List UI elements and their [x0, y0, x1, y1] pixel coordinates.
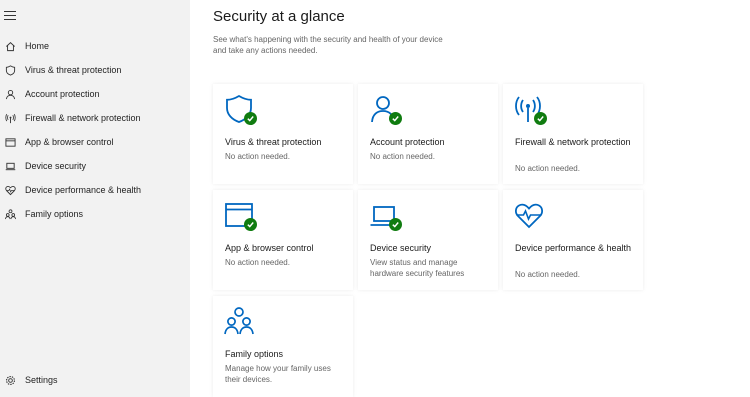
- page-subtitle: See what's happening with the security a…: [213, 35, 443, 55]
- person-icon: [369, 94, 403, 128]
- family-icon: [224, 306, 258, 340]
- home-icon: [4, 40, 16, 52]
- sidebar-item-device-performance[interactable]: Device performance & health: [0, 179, 190, 201]
- checkmark-icon: [389, 218, 402, 231]
- checkmark-icon: [534, 112, 547, 125]
- laptop-icon: [369, 200, 403, 234]
- sidebar-item-label: Account protection: [25, 89, 100, 99]
- card-firewall[interactable]: Firewall & network protection No action …: [503, 84, 643, 184]
- sidebar-item-family[interactable]: Family options: [0, 203, 190, 225]
- sidebar-item-device-security[interactable]: Device security: [0, 155, 190, 177]
- main-content: Security at a glance See what's happenin…: [190, 0, 750, 397]
- card-account[interactable]: Account protection No action needed.: [358, 84, 498, 184]
- gear-icon: [4, 374, 16, 386]
- sidebar-item-app-browser[interactable]: App & browser control: [0, 131, 190, 153]
- card-status: No action needed.: [225, 258, 290, 267]
- checkmark-icon: [389, 112, 402, 125]
- page-title: Security at a glance: [213, 8, 345, 25]
- card-title: Firewall & network protection: [515, 137, 631, 147]
- sidebar-item-label: Home: [25, 41, 50, 51]
- sidebar-item-label: Settings: [25, 375, 58, 385]
- sidebar-item-firewall[interactable]: Firewall & network protection: [0, 107, 190, 129]
- person-icon: [4, 88, 16, 100]
- card-title: Virus & threat protection: [225, 137, 322, 147]
- sidebar-item-label: Device performance & health: [25, 185, 142, 195]
- sidebar-item-label: Family options: [25, 209, 84, 219]
- shield-icon: [224, 94, 258, 128]
- card-title: Device performance & health: [515, 243, 632, 253]
- laptop-icon: [4, 160, 16, 172]
- card-status: No action needed.: [515, 164, 580, 173]
- card-virus-threat[interactable]: Virus & threat protection No action need…: [213, 84, 353, 184]
- sidebar-item-virus-threat[interactable]: Virus & threat protection: [0, 59, 190, 81]
- card-title: App & browser control: [225, 243, 314, 253]
- antenna-icon: [4, 112, 16, 124]
- antenna-icon: [514, 94, 548, 128]
- sidebar: Home Virus & threat protection Account p…: [0, 0, 190, 397]
- card-status: Manage how your family uses their device…: [225, 364, 331, 384]
- heart-pulse-icon: [514, 200, 548, 234]
- card-device-security[interactable]: Device security View status and manage h…: [358, 190, 498, 290]
- app-window-icon: [224, 200, 258, 234]
- card-title: Family options: [225, 349, 284, 359]
- card-device-performance[interactable]: Device performance & health No action ne…: [503, 190, 643, 290]
- card-status: View status and manage hardware security…: [370, 258, 465, 278]
- sidebar-item-label: App & browser control: [25, 137, 114, 147]
- card-status: No action needed.: [225, 152, 290, 161]
- sidebar-item-label: Device security: [25, 161, 87, 171]
- checkmark-icon: [244, 112, 257, 125]
- card-title: Device security: [370, 243, 432, 253]
- shield-icon: [4, 64, 16, 76]
- sidebar-item-account[interactable]: Account protection: [0, 83, 190, 105]
- sidebar-item-label: Firewall & network protection: [25, 113, 141, 123]
- sidebar-item-label: Virus & threat protection: [25, 65, 122, 75]
- card-family[interactable]: Family options Manage how your family us…: [213, 296, 353, 397]
- app-window-icon: [4, 136, 16, 148]
- card-app-browser[interactable]: App & browser control No action needed.: [213, 190, 353, 290]
- family-icon: [4, 208, 16, 220]
- checkmark-icon: [244, 218, 257, 231]
- sidebar-item-settings[interactable]: Settings: [0, 369, 190, 391]
- heart-icon: [4, 184, 16, 196]
- card-status: No action needed.: [515, 270, 580, 279]
- card-status: No action needed.: [370, 152, 435, 161]
- sidebar-item-home[interactable]: Home: [0, 35, 190, 57]
- card-title: Account protection: [370, 137, 445, 147]
- hamburger-icon[interactable]: [4, 11, 16, 21]
